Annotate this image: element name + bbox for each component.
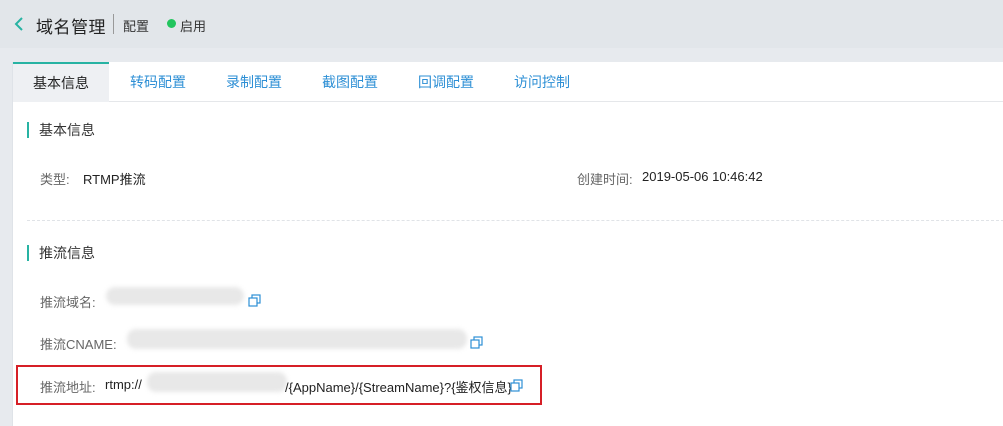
tab-snapshot-config[interactable]: 截图配置 [322,62,378,102]
section-divider [27,220,1003,221]
tab-record-config[interactable]: 录制配置 [226,62,282,102]
top-bar: 域名管理 配置 启用 [0,0,1003,48]
push-address-host-redacted [147,372,287,392]
push-address-prefix: rtmp:// [105,377,142,392]
title-divider [113,14,114,34]
tab-callback-config[interactable]: 回调配置 [418,62,474,102]
push-address-suffix: /{AppName}/{StreamName}?{鉴权信息} [285,380,512,395]
push-info-section-title: 推流信息 [27,245,95,261]
page-title: 域名管理 [36,18,106,37]
copy-icon[interactable] [248,294,261,307]
content-panel: 基本信息 转码配置 录制配置 截图配置 回调配置 访问控制 基本信息 类型: R… [12,62,1003,426]
push-cname-value-redacted [127,329,467,349]
basic-info-section-title: 基本信息 [27,122,95,138]
chevron-left-icon[interactable] [12,16,26,32]
push-domain-label: 推流域名: [40,295,96,310]
created-time-value: 2019-05-06 10:46:42 [642,169,763,184]
type-value: RTMP推流 [83,172,146,187]
status-dot-icon [167,19,176,28]
type-label: 类型: [40,172,70,187]
created-time-label: 创建时间: [577,172,633,187]
tab-transcode-config[interactable]: 转码配置 [130,62,186,102]
tab-bar: 基本信息 转码配置 录制配置 截图配置 回调配置 访问控制 [13,62,1003,102]
tab-access-control[interactable]: 访问控制 [514,62,570,102]
copy-icon[interactable] [470,336,483,349]
push-cname-label: 推流CNAME: [40,337,117,352]
status-label: 启用 [180,19,207,34]
copy-icon[interactable] [510,379,523,392]
page-subtitle: 配置 [123,19,150,34]
push-domain-value-redacted [106,287,244,305]
push-address-label: 推流地址: [40,380,96,395]
tab-basic-info[interactable]: 基本信息 [13,62,109,102]
